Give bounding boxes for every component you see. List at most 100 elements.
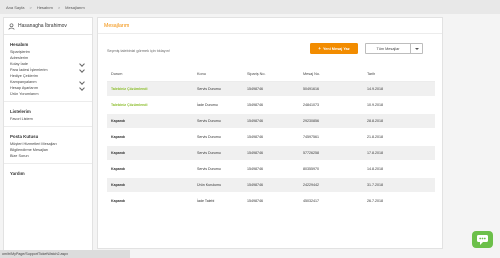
order-no-cell: 15498746 xyxy=(247,119,263,123)
column-header-order-no: Sipariş No. xyxy=(247,72,266,76)
sidebar-item-label: Para İadesi İşlemlerim xyxy=(10,68,48,72)
info-text: Seçmiş talebinizi görmek için tıklayın! xyxy=(107,49,170,53)
new-message-button[interactable]: + Yeni Mesaj Yaz xyxy=(310,43,358,54)
filter-value: Tüm Mesajlar xyxy=(376,46,400,51)
message-no-cell: 50491616 xyxy=(303,87,319,91)
table-row[interactable]: Talebiniz Çözümlendi İade Durumu 15498746 2… xyxy=(107,98,435,114)
status-cell: Talebiniz Çözümlendi xyxy=(111,103,148,107)
sidebar-item-label: Kolay İade xyxy=(10,62,28,66)
status-cell: Kapandı xyxy=(111,167,126,171)
sidebar-item-label: Kampanyalarım xyxy=(10,80,37,84)
table-row[interactable]: Kapandı Servis Durumu 15498746 80355970 14.8… xyxy=(107,162,435,178)
order-no-cell: 15498746 xyxy=(247,183,263,187)
message-no-cell: 57726258 xyxy=(303,151,319,155)
date-cell: 26.7.2018 xyxy=(367,199,383,203)
subject-cell: Servis Durumu xyxy=(197,151,221,155)
message-no-cell: 24841073 xyxy=(303,103,319,107)
column-header-subject: Konu xyxy=(197,72,206,76)
status-cell: Kapandı xyxy=(111,151,126,155)
table-body: Talebiniz Çözümlendi Servis Durumu 1549874… xyxy=(107,82,435,210)
message-no-cell: 45032417 xyxy=(303,199,319,203)
caret-down-icon xyxy=(414,47,419,50)
order-no-cell: 15498746 xyxy=(247,87,263,91)
sidebar: Hasanagha İbrahimov Hesabım Siparişlerim… xyxy=(3,17,93,253)
section-title-lists: Listelerim xyxy=(10,109,31,114)
order-no-cell: 15498746 xyxy=(247,103,263,107)
page-title: Mesajlarım xyxy=(98,18,442,34)
date-cell: 10.9.2018 xyxy=(367,103,383,107)
subject-cell: İade Durumu xyxy=(197,103,218,107)
message-no-cell: 80355970 xyxy=(303,167,319,171)
chevron-down-icon xyxy=(79,61,85,67)
message-no-cell: 29230856 xyxy=(303,119,319,123)
date-cell: 17.8.2018 xyxy=(367,151,383,155)
section-title-help[interactable]: Yardım xyxy=(4,164,92,178)
sidebar-item-label: Bize Sorun xyxy=(10,154,29,158)
status-cell: Kapandı xyxy=(111,119,126,123)
column-header-status: Durum xyxy=(111,72,123,76)
sidebar-item-favorites[interactable]: Favori Listem xyxy=(4,116,92,122)
table-row[interactable]: Talebiniz Çözümlendi Servis Durumu 1549874… xyxy=(107,82,435,98)
order-no-cell: 15498746 xyxy=(247,151,263,155)
subject-cell: Servis Durumu xyxy=(197,167,221,171)
message-filter-select[interactable]: Tüm Mesajlar xyxy=(365,43,423,54)
table-header: Durum Konu Sipariş No. Mesaj No. Tarih xyxy=(107,67,435,82)
column-header-message-no: Mesaj No. xyxy=(303,72,321,76)
sidebar-item-label: Müşteri Hizmetleri Mesajları xyxy=(10,142,57,146)
sidebar-item-label: Favori Listem xyxy=(10,117,33,121)
section-title-account: Hesabım xyxy=(10,42,29,47)
status-bar-url: om/tr/MyPage/SupportTicketWatch2.aspx xyxy=(0,250,130,258)
status-cell: Kapandı xyxy=(111,199,126,203)
table-row[interactable]: Kapandı Ürün Kurulumu 15498746 24229442 31.7… xyxy=(107,178,435,194)
order-no-cell: 15498746 xyxy=(247,135,263,139)
date-cell: 14.9.2018 xyxy=(367,87,383,91)
column-header-date: Tarih xyxy=(367,72,376,76)
breadcrumb: Ana Sayfa > Hesabım > Mesajlarım xyxy=(0,0,500,14)
date-cell: 21.8.2018 xyxy=(367,135,383,139)
breadcrumb-messages: Mesajlarım xyxy=(65,4,85,10)
subject-cell: Ürün Kurulumu xyxy=(197,183,222,187)
date-cell: 14.8.2018 xyxy=(367,167,383,171)
section-title-mailbox: Posta Kutusu xyxy=(10,134,39,139)
date-cell: 28.8.2018 xyxy=(367,119,383,123)
subject-cell: Servis Durumu xyxy=(197,119,221,123)
table-row[interactable]: Kapandı Servis Durumu 15498746 57726258 17.8… xyxy=(107,146,435,162)
status-cell: Kapandı xyxy=(111,183,126,187)
subject-cell: İade Talebi xyxy=(197,199,215,203)
breadcrumb-account[interactable]: Hesabım xyxy=(37,5,53,10)
new-message-label: Yeni Mesaj Yaz xyxy=(322,46,350,51)
sidebar-item-label: Hediye Çeklerim xyxy=(10,74,38,78)
chevron-down-icon xyxy=(79,79,85,85)
chevron-down-icon xyxy=(79,67,85,73)
table-row[interactable]: Kapandı Servis Durumu 15498746 29230856 28.8… xyxy=(107,114,435,130)
messages-table: Durum Konu Sipariş No. Mesaj No. Tarih T… xyxy=(107,67,435,210)
date-cell: 31.7.2018 xyxy=(367,183,383,187)
plus-icon: + xyxy=(318,46,321,51)
breadcrumb-separator: > xyxy=(57,4,61,10)
sidebar-item-label: Siparişlerim xyxy=(10,50,30,54)
sidebar-item-label: Adreslerim xyxy=(10,56,29,60)
status-cell: Talebiniz Çözümlendi xyxy=(111,87,148,91)
breadcrumb-separator: > xyxy=(29,4,32,10)
subject-cell: Servis Durumu xyxy=(197,135,221,139)
chat-button[interactable] xyxy=(472,231,493,248)
subject-cell: Servis Durumu xyxy=(197,87,221,91)
table-row[interactable]: Kapandı Servis Durumu 15498746 74597561 21.8… xyxy=(107,130,435,146)
order-no-cell: 15498746 xyxy=(247,167,263,171)
message-no-cell: 24229442 xyxy=(303,183,319,187)
chevron-down-icon xyxy=(79,85,85,91)
dropdown-arrow[interactable] xyxy=(410,44,422,53)
breadcrumb-home[interactable]: Ana Sayfa xyxy=(6,5,24,10)
chat-icon xyxy=(477,235,488,245)
order-no-cell: 15498746 xyxy=(247,199,263,203)
message-no-cell: 74597561 xyxy=(303,135,319,139)
user-icon xyxy=(8,22,15,30)
user-header: Hasanagha İbrahimov xyxy=(4,18,92,35)
status-cell: Kapandı xyxy=(111,135,126,139)
sidebar-item-label: Ürün Yorumlarım xyxy=(10,92,39,96)
table-row[interactable]: Kapandı İade Talebi 15498746 45032417 26.7.2… xyxy=(107,194,435,210)
sidebar-item-ask-us[interactable]: Bize Sorun xyxy=(4,153,92,159)
sidebar-item-label: Bilgilendirme Mesajları xyxy=(10,148,49,152)
sidebar-item-product-reviews[interactable]: Ürün Yorumlarım xyxy=(4,91,92,97)
messages-panel: Mesajlarım Seçmiş talebinizi görmek için… xyxy=(97,17,443,249)
